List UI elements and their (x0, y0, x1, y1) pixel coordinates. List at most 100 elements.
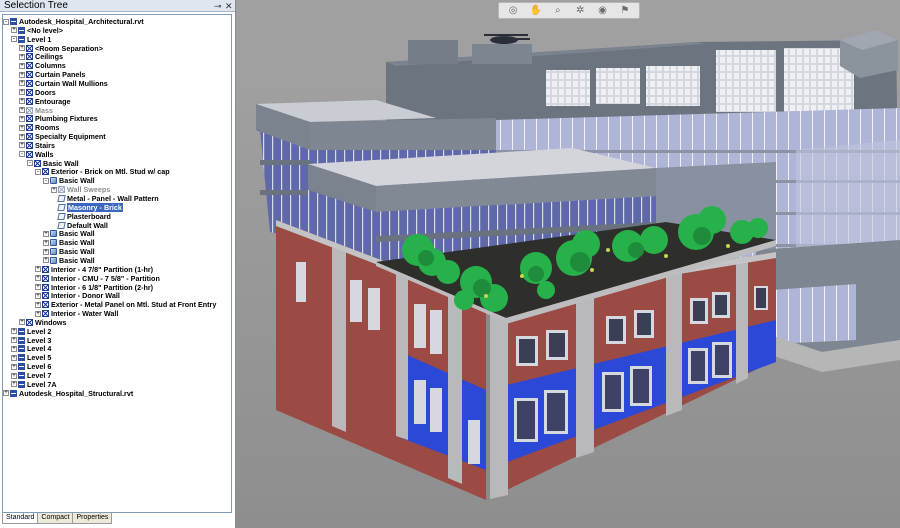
collapse-icon[interactable]: - (43, 177, 49, 184)
expand-icon[interactable]: + (19, 71, 25, 78)
building-model-render[interactable] (236, 0, 900, 528)
group-icon (50, 248, 57, 256)
tree-item[interactable]: + Ceilings (19, 52, 63, 61)
expand-icon[interactable]: + (43, 230, 49, 237)
expand-icon[interactable]: + (11, 372, 17, 379)
steering-wheel-icon[interactable]: ◎ (507, 5, 519, 17)
tab-properties[interactable]: Properties (72, 513, 113, 524)
tree-item[interactable]: + Doors (19, 88, 56, 97)
category-icon (26, 71, 33, 79)
expand-icon[interactable]: + (19, 142, 25, 149)
expand-icon[interactable]: + (19, 133, 25, 140)
expand-icon[interactable]: + (35, 310, 41, 317)
tree-item[interactable]: + Stairs (19, 141, 55, 150)
expand-icon[interactable]: + (11, 363, 17, 370)
expand-icon[interactable]: + (3, 390, 9, 397)
tree-item[interactable]: + Interior - 6 1/8" Partition (2-hr) (35, 283, 153, 292)
tree-item[interactable]: + Interior - Water Wall (35, 309, 118, 318)
tree-item[interactable]: + Rooms (19, 123, 59, 132)
tree-item[interactable]: + Level 7A (11, 380, 57, 389)
look-around-icon[interactable]: ◉ (596, 5, 608, 17)
collapse-icon[interactable]: - (11, 36, 17, 43)
tree-item[interactable]: + Level 6 (11, 362, 51, 371)
tree-item[interactable]: + Curtain Wall Mullions (19, 79, 108, 88)
category-icon (34, 159, 41, 167)
tree-item[interactable]: Metal - Panel - Wall Pattern (51, 194, 159, 203)
tree-item[interactable]: + Basic Wall (43, 229, 95, 238)
expand-icon[interactable]: + (51, 186, 57, 193)
3d-viewport[interactable]: ◎ ✋ ⌕ ✲ ◉ ⚑ (236, 0, 900, 528)
collapse-icon[interactable]: - (19, 151, 25, 158)
tree-item[interactable]: + Entourage (19, 97, 71, 106)
tree-item[interactable]: - Autodesk_Hospital_Architectural.rvt (3, 17, 144, 26)
expand-icon[interactable]: + (19, 89, 25, 96)
tree-item[interactable]: - Walls (19, 150, 54, 159)
tab-standard[interactable]: Standard (2, 513, 39, 524)
tree-item[interactable]: + Interior - CMU - 7 5/8" - Partition (35, 274, 160, 283)
expand-icon[interactable]: + (11, 381, 17, 388)
expand-icon[interactable]: + (43, 239, 49, 246)
expand-icon[interactable]: + (19, 115, 25, 122)
expand-icon[interactable]: + (35, 266, 41, 273)
tree-item[interactable]: + Windows (19, 318, 66, 327)
tree-item[interactable]: + Basic Wall (43, 247, 95, 256)
tree-item[interactable]: - Level 1 (11, 35, 51, 44)
collapse-icon[interactable]: - (35, 168, 41, 175)
tree-item[interactable]: + Mass (19, 106, 53, 115)
tree-item[interactable]: - Basic Wall (43, 176, 95, 185)
tree-item[interactable]: + Curtain Panels (19, 70, 85, 79)
expand-icon[interactable]: + (19, 80, 25, 87)
expand-icon[interactable]: + (35, 301, 41, 308)
tree-item[interactable]: + Specialty Equipment (19, 132, 106, 141)
tab-compact[interactable]: Compact (37, 513, 74, 524)
tree-item[interactable]: + Level 2 (11, 327, 51, 336)
tree-item[interactable]: + Autodesk_Hospital_Structural.rvt (3, 389, 133, 398)
tree-item[interactable]: Default Wall (51, 221, 108, 230)
walk-icon[interactable]: ⚑ (619, 5, 631, 17)
expand-icon[interactable]: + (19, 107, 25, 113)
zoom-window-icon[interactable]: ⌕ (552, 5, 564, 17)
expand-icon[interactable]: + (19, 45, 25, 52)
tree-item[interactable]: + Columns (19, 61, 66, 70)
expand-icon[interactable]: + (19, 124, 25, 131)
collapse-icon[interactable]: - (3, 18, 9, 25)
expand-icon[interactable]: + (11, 354, 17, 361)
expand-icon[interactable]: + (19, 62, 25, 69)
expand-icon[interactable]: + (35, 284, 41, 290)
orbit-icon[interactable]: ✲ (574, 5, 586, 17)
tree-item[interactable]: Masonry - Brick (51, 202, 123, 212)
expand-icon[interactable]: + (19, 319, 25, 326)
tree-item[interactable]: + Level 5 (11, 353, 51, 362)
expand-icon[interactable]: + (43, 248, 49, 255)
collapse-icon[interactable]: - (27, 160, 33, 167)
tree-item[interactable]: + Basic Wall (43, 256, 95, 265)
tree-item[interactable]: - Exterior - Brick on Mtl. Stud w/ cap (35, 167, 170, 176)
expand-icon[interactable]: + (11, 345, 17, 352)
close-icon[interactable]: ✕ (225, 0, 233, 12)
expand-icon[interactable]: + (35, 292, 41, 299)
expand-icon[interactable]: + (11, 27, 17, 34)
selection-tree[interactable]: - Autodesk_Hospital_Architectural.rvt + <No… (2, 14, 232, 513)
tree-item[interactable]: + Level 4 (11, 344, 51, 353)
pan-hand-icon[interactable]: ✋ (529, 5, 541, 17)
tree-item[interactable]: + Level 3 (11, 336, 51, 345)
category-icon (26, 115, 33, 123)
tree-item[interactable]: + Exterior - Metal Panel on Mtl. Stud at … (35, 300, 216, 309)
tree-item[interactable]: + Interior - 4 7/8" Partition (1-hr) (35, 265, 153, 274)
tree-item[interactable]: + Plumbing Fixtures (19, 114, 98, 123)
expand-icon[interactable]: + (11, 337, 17, 344)
tree-item[interactable]: + Interior - Donor Wall (35, 291, 120, 300)
expand-icon[interactable]: + (19, 53, 25, 60)
expand-icon[interactable]: + (35, 275, 41, 282)
pin-icon[interactable]: ⊸ (214, 0, 222, 12)
expand-icon[interactable]: + (11, 328, 17, 335)
tree-item[interactable]: + Wall Sweeps (51, 185, 110, 194)
tree-item[interactable]: + Basic Wall (43, 238, 95, 247)
expand-icon[interactable]: + (19, 98, 25, 105)
expand-icon[interactable]: + (43, 257, 49, 264)
tree-item[interactable]: + <No level> (11, 26, 63, 35)
tree-item[interactable]: - Basic Wall (27, 159, 79, 168)
tree-item[interactable]: + Level 7 (11, 371, 51, 380)
tree-item[interactable]: Plasterboard (51, 212, 111, 221)
tree-item[interactable]: + <Room Separation> (19, 44, 103, 53)
